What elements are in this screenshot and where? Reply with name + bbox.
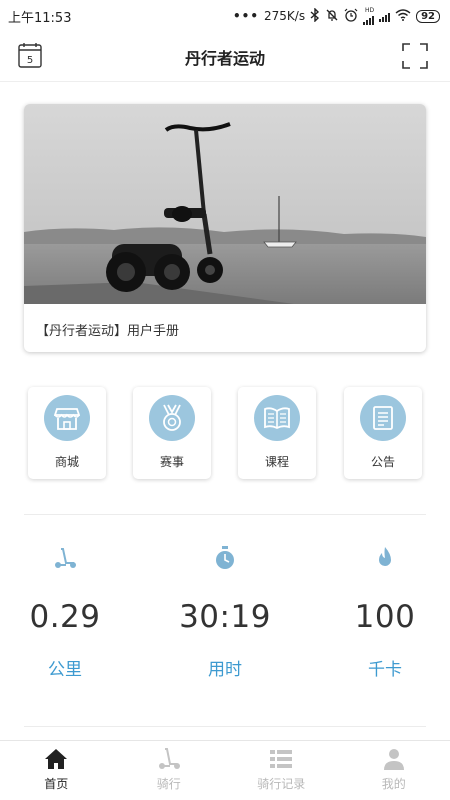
section-divider-bottom (24, 726, 426, 727)
flame-icon (379, 547, 391, 566)
stat-duration: 30:19 用时 (160, 545, 290, 695)
signal-icon-2 (379, 11, 391, 22)
menu-item-notices[interactable]: 公告 (344, 387, 422, 479)
alarm-icon (344, 8, 358, 25)
menu-label-events: 赛事 (159, 455, 184, 469)
menu-label-store: 商城 (54, 455, 79, 469)
scooter-icon (55, 548, 76, 568)
menu-label-notices: 公告 (370, 455, 395, 469)
tab-home[interactable]: 首页 (0, 741, 113, 800)
stat-duration-value: 30:19 (179, 599, 271, 635)
calendar-icon: 5 (18, 43, 42, 68)
scooter-icon (158, 748, 180, 769)
menu-item-store[interactable]: 商城 (28, 387, 106, 479)
more-dots-icon: ••• (232, 9, 259, 23)
tab-riding[interactable]: 骑行 (113, 741, 226, 800)
home-icon (45, 749, 68, 769)
stat-calories: 100 千卡 (320, 545, 450, 695)
stat-distance-value: 0.29 (29, 599, 101, 635)
menu-item-events[interactable]: 赛事 (133, 387, 211, 479)
page-title: 丹行者运动 (184, 48, 265, 68)
manual-banner-card[interactable]: 【丹行者运动】用户手册 (24, 104, 426, 352)
quick-menu: 商城 赛事 课程 公告 (28, 387, 424, 479)
stat-duration-unit: 用时 (208, 660, 242, 680)
tab-home-label: 首页 (44, 777, 69, 791)
status-bar: 上午11:53 ••• 275K/s HD 92 (0, 0, 450, 32)
tab-riding-label: 骑行 (156, 777, 181, 791)
battery-level: 92 (416, 9, 440, 23)
store-icon (44, 395, 90, 441)
bottom-tab-bar: 首页 骑行 骑行记录 我的 (0, 740, 450, 800)
calendar-button[interactable]: 5 (18, 42, 42, 68)
stopwatch-icon (216, 546, 234, 569)
bluetooth-icon (310, 6, 320, 25)
stat-distance: 0.29 公里 (0, 545, 130, 695)
status-indicators: ••• 275K/s HD 92 (232, 6, 440, 25)
stat-distance-unit: 公里 (48, 660, 82, 680)
wifi-icon (395, 8, 411, 24)
stat-calories-value: 100 (354, 599, 416, 635)
menu-label-courses: 课程 (264, 455, 289, 469)
banner-photo (24, 104, 426, 304)
list-icon (270, 750, 293, 768)
notice-icon (360, 395, 406, 441)
section-divider (24, 514, 426, 515)
app-header: 5 丹行者运动 (0, 32, 450, 82)
scan-icon (402, 43, 428, 69)
tab-profile-label: 我的 (381, 777, 406, 791)
tab-profile[interactable]: 我的 (338, 741, 450, 800)
user-icon (383, 749, 404, 770)
scan-button[interactable] (402, 43, 428, 69)
book-icon (254, 395, 300, 441)
banner-caption: 【丹行者运动】用户手册 (36, 324, 180, 339)
menu-item-courses[interactable]: 课程 (238, 387, 316, 479)
mute-icon (325, 8, 339, 25)
calendar-day: 5 (27, 55, 33, 66)
tab-ride-records-label: 骑行记录 (257, 777, 306, 791)
signal-icon: HD (363, 7, 375, 25)
medal-icon (149, 395, 195, 441)
network-speed: 275K/s (264, 9, 306, 23)
status-time: 上午11:53 (8, 10, 72, 26)
tab-ride-records[interactable]: 骑行记录 (225, 741, 338, 800)
stat-calories-unit: 千卡 (368, 660, 402, 680)
